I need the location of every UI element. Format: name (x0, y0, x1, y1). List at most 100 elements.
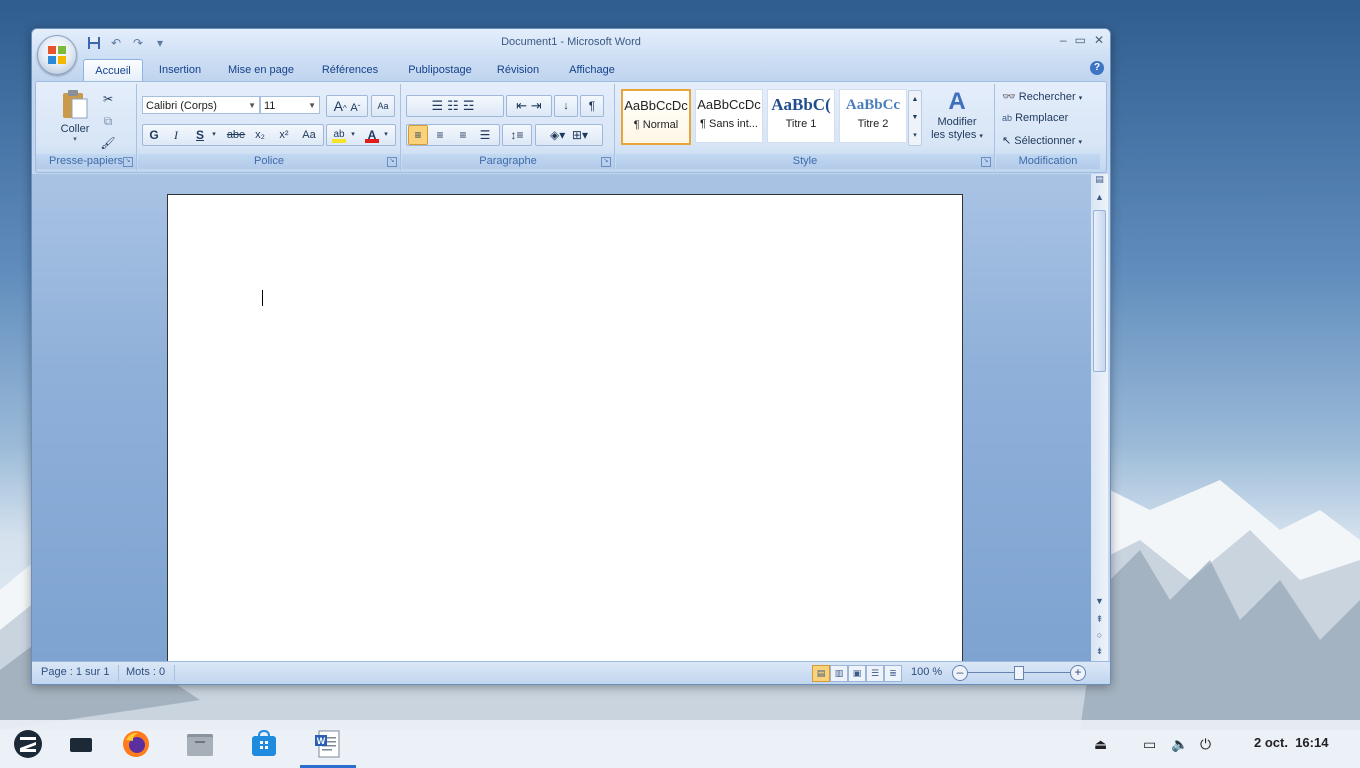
change-styles-button[interactable]: A Modifier les styles ▾ (924, 88, 990, 148)
maximize-button[interactable]: ▭ (1075, 33, 1086, 47)
find-button[interactable]: 👓 Rechercher ▾ (1002, 90, 1082, 103)
zorin-menu-icon[interactable] (12, 728, 44, 760)
zoom-slider-thumb[interactable] (1014, 666, 1024, 680)
power-icon[interactable]: ⏻ (1200, 736, 1211, 753)
outline-view-icon[interactable]: ☰ (866, 665, 884, 682)
draft-view-icon[interactable]: ≣ (884, 665, 902, 682)
help-icon[interactable]: ? (1090, 61, 1104, 75)
select-label: Sélectionner (1014, 135, 1076, 147)
italic-button[interactable]: I (166, 124, 186, 146)
tab-insertion[interactable]: Insertion (150, 59, 210, 81)
dialog-launcher-icon[interactable]: ↘ (387, 157, 397, 167)
justify-icon[interactable]: ☰ (475, 124, 495, 146)
font-name-select[interactable]: Calibri (Corps) ▼ (142, 96, 260, 114)
minimize-button[interactable]: – (1060, 33, 1067, 47)
dialog-launcher-icon[interactable]: ↘ (981, 157, 991, 167)
previous-page-icon[interactable]: ⇞ (1091, 614, 1108, 625)
bullet-list-icon[interactable]: ☰ (432, 98, 448, 113)
customize-icon[interactable]: ▾ (152, 36, 168, 50)
styles-gallery-scroll[interactable]: ▲ ▼ ▾ (908, 90, 922, 146)
borders-icon[interactable]: ⊞ (572, 128, 582, 142)
reading-view-icon[interactable]: ▥ (830, 665, 848, 682)
tab-revision[interactable]: Révision (490, 59, 546, 81)
zoom-level[interactable]: 100 % (911, 666, 942, 678)
clear-formatting-icon[interactable]: Aa (371, 95, 395, 117)
firefox-icon[interactable] (120, 728, 152, 760)
document-page[interactable] (167, 194, 963, 666)
chevron-down-icon[interactable]: ▾ (348, 124, 358, 146)
files-icon[interactable] (184, 728, 216, 760)
shading-icon[interactable]: ◈ (550, 128, 559, 142)
shrink-font-button[interactable]: A (350, 102, 357, 114)
increase-indent-icon[interactable]: ⇥ (531, 98, 542, 113)
browse-object-icon[interactable]: ○ (1091, 630, 1108, 640)
clock[interactable]: 2 oct. 16:14 (1254, 735, 1328, 750)
workspaces-icon[interactable] (65, 728, 97, 760)
eject-icon[interactable]: ⏏ (1094, 736, 1107, 753)
copy-icon[interactable]: ⧉ (98, 110, 118, 132)
replace-button[interactable]: ab Remplacer (1002, 112, 1068, 124)
align-right-icon[interactable]: ≡ (453, 124, 473, 146)
redo-icon[interactable]: ↷ (130, 36, 146, 50)
underline-button[interactable]: S (190, 124, 210, 146)
ruler-toggle-icon[interactable]: ▤ (1091, 174, 1108, 185)
strikethrough-button[interactable]: abe (224, 124, 248, 146)
multilevel-list-icon[interactable]: ☲ (463, 98, 479, 113)
align-center-icon[interactable]: ≡ (430, 124, 450, 146)
scroll-up-icon[interactable]: ▲ (1091, 192, 1108, 202)
print-layout-view-icon[interactable]: ▤ (812, 665, 830, 682)
tab-accueil[interactable]: Accueil (83, 59, 143, 82)
style-heading-1[interactable]: AaBbC( Titre 1 (767, 89, 835, 143)
change-case-button[interactable]: Aa (296, 124, 322, 146)
word-document-icon[interactable]: W (312, 728, 344, 760)
office-button[interactable] (37, 35, 77, 75)
save-icon[interactable] (86, 36, 102, 50)
undo-icon[interactable]: ↶ (108, 36, 124, 50)
next-page-icon[interactable]: ⇟ (1091, 646, 1108, 657)
software-store-icon[interactable] (248, 728, 280, 760)
numbered-list-icon[interactable]: ☷ (447, 98, 463, 113)
find-label: Rechercher (1018, 91, 1076, 103)
select-button[interactable]: ↖ Sélectionner ▾ (1002, 134, 1082, 147)
style-no-spacing[interactable]: AaBbCcDc ¶ Sans int... (695, 89, 763, 143)
style-normal[interactable]: AaBbCcDc ¶ Normal (621, 89, 691, 145)
subscript-button[interactable]: x₂ (248, 124, 272, 146)
style-heading-2[interactable]: AaBbCc Titre 2 (839, 89, 907, 143)
scroll-down-icon[interactable]: ▼ (1091, 596, 1108, 606)
word-window: Document1 - Microsoft Word – ▭ ✕ ↶ ↷ ▾ A… (31, 28, 1111, 685)
bold-button[interactable]: G (144, 124, 164, 146)
highlight-button[interactable]: ab (329, 124, 349, 146)
show-formatting-button[interactable]: ¶ (580, 95, 604, 117)
font-color-button[interactable]: A (362, 124, 382, 146)
line-spacing-icon[interactable]: ↕≡ (502, 124, 532, 146)
paste-button[interactable]: Coller ▾ (58, 88, 92, 148)
cut-icon[interactable]: ✂ (98, 88, 118, 110)
page-count[interactable]: Page : 1 sur 1 (41, 666, 110, 678)
dialog-launcher-icon[interactable]: ↘ (601, 157, 611, 167)
tab-mise-en-page[interactable]: Mise en page (222, 59, 300, 81)
sort-icon[interactable]: ↓ (554, 95, 578, 117)
zoom-out-button[interactable]: – (952, 665, 968, 681)
tab-affichage[interactable]: Affichage (560, 59, 624, 81)
tab-publipostage[interactable]: Publipostage (400, 59, 480, 81)
dialog-launcher-icon[interactable]: ↘ (123, 157, 133, 167)
chevron-down-icon[interactable]: ▾ (381, 124, 391, 146)
chevron-down-icon: ▾ (73, 136, 77, 143)
zoom-in-button[interactable]: + (1070, 665, 1086, 681)
format-painter-icon[interactable]: 🖌 (98, 132, 118, 154)
scroll-thumb[interactable] (1093, 210, 1106, 372)
title-bar[interactable]: Document1 - Microsoft Word – ▭ ✕ (32, 29, 1110, 56)
font-size-select[interactable]: 11 ▼ (260, 96, 320, 114)
tab-references[interactable]: Références (314, 59, 386, 81)
decrease-indent-icon[interactable]: ⇤ (516, 98, 527, 113)
web-layout-view-icon[interactable]: ▣ (848, 665, 866, 682)
chevron-down-icon[interactable]: ▾ (208, 124, 220, 146)
volume-icon[interactable]: 🔈 (1171, 736, 1188, 753)
superscript-button[interactable]: x² (272, 124, 296, 146)
close-button[interactable]: ✕ (1094, 33, 1104, 47)
vertical-scrollbar[interactable]: ▤ ▲ ▼ ⇞ ○ ⇟ (1091, 174, 1108, 661)
word-count[interactable]: Mots : 0 (126, 666, 165, 678)
grow-font-button[interactable]: A (334, 98, 343, 114)
screen-icon[interactable]: ▭ (1143, 736, 1156, 753)
align-left-icon[interactable]: ≡ (408, 125, 428, 145)
